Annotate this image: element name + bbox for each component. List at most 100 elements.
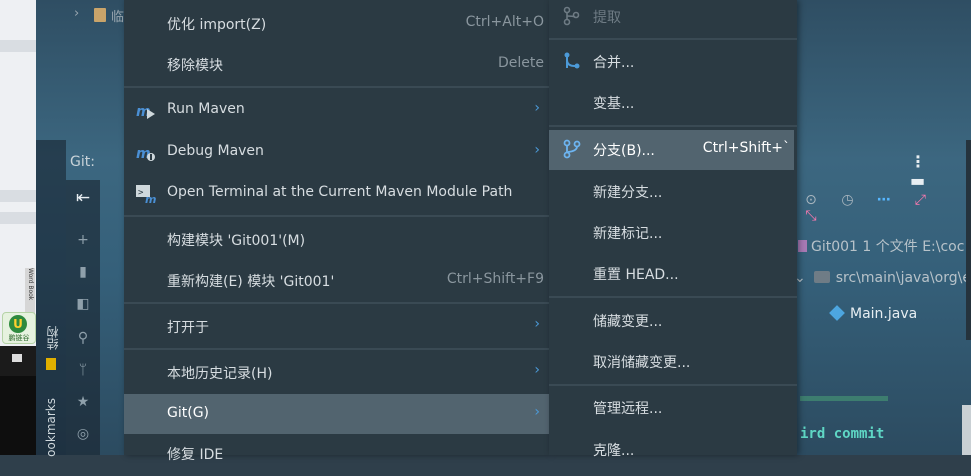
menu-item-label: 重新构建(E) 模块 'Git001': [167, 274, 335, 290]
submenu-item-label: 储藏变更...: [593, 314, 663, 330]
collapse-icon[interactable]: ⤡: [800, 208, 822, 224]
maven-debug-icon: m: [136, 143, 156, 163]
git-submenu: 提取 合并... 变基... 分支(B)... Ctrl+Shift+` 新建分…: [549, 0, 797, 459]
menu-item-debug-maven[interactable]: m Debug Maven ›: [124, 133, 549, 171]
submenu-item-label: 提取: [593, 10, 621, 26]
menu-item-open-terminal[interactable]: > m Open Terminal at the Current Maven Mo…: [124, 174, 549, 212]
star-icon[interactable]: ★: [75, 394, 91, 410]
submenu-item-manage-remotes[interactable]: 管理远程...: [549, 388, 797, 428]
menu-separator: [549, 384, 797, 386]
left-app-bottom: [0, 376, 36, 455]
menu-item-label: Debug Maven: [167, 143, 264, 159]
changed-file-row[interactable]: Main.java: [829, 305, 918, 322]
commit-details-row[interactable]: Git001 1 个文件 E:\coc: [798, 236, 964, 256]
submenu-arrow-icon: ›: [534, 362, 540, 378]
project-tree-label: 临: [111, 10, 125, 25]
target-icon[interactable]: ◎: [75, 426, 91, 442]
submenu-item-rebase[interactable]: 变基...: [549, 83, 797, 123]
menu-item-git[interactable]: Git(G) ›: [124, 394, 549, 434]
submenu-item-label: 克隆...: [593, 443, 635, 459]
menu-item-label: 移除模块: [167, 58, 223, 74]
submenu-item-label: 新建标记...: [593, 226, 663, 242]
commit-details-text: Git001 1 个文件 E:\coc: [811, 239, 965, 255]
changed-file-name: Main.java: [850, 306, 918, 322]
more-horizontal-icon[interactable]: ⋯: [873, 192, 895, 208]
menu-separator: [549, 296, 797, 298]
submenu-arrow-icon: ›: [534, 142, 540, 158]
menu-separator: [124, 348, 549, 350]
submenu-item-label: 重置 HEAD...: [593, 267, 679, 283]
menu-item-remove-module[interactable]: 移除模块 Delete: [124, 45, 549, 83]
menu-separator: [124, 302, 549, 304]
menu-item-run-maven[interactable]: m Run Maven ›: [124, 91, 549, 129]
menu-item-label: Open Terminal at the Current Maven Modul…: [167, 184, 513, 200]
more-vertical-icon[interactable]: ⋮: [910, 152, 926, 171]
logo-mark-icon: U: [9, 315, 27, 333]
submenu-item-new-branch[interactable]: 新建分支...: [549, 172, 797, 212]
menu-item-label: 打开于: [167, 320, 209, 336]
submenu-item-branches[interactable]: 分支(B)... Ctrl+Shift+`: [549, 130, 794, 170]
add-icon[interactable]: +: [75, 232, 91, 248]
menu-item-label: Git(G): [167, 405, 209, 421]
context-menu: 优化 import(Z) Ctrl+Alt+O 移除模块 Delete m Ru…: [124, 0, 549, 463]
progress-line: [800, 396, 888, 401]
file-icon: [94, 8, 106, 22]
git-toolbar: ⇤ + ▮ ◧ ⚲ ᛘ ★ ◎: [66, 180, 100, 455]
compare-icon[interactable]: ◧: [75, 296, 91, 312]
menu-item-repair-ide[interactable]: 修复 IDE: [124, 438, 549, 476]
cherry-pick-icon[interactable]: ⊙: [800, 192, 822, 208]
svg-text:>: >: [138, 188, 144, 198]
scrollbar-thumb[interactable]: [962, 405, 971, 455]
log-toolbar: ⊙ ◷ ⋯ ⤢ ⤡: [800, 192, 971, 224]
submenu-item-label: 取消储藏变更...: [593, 355, 691, 371]
structure-tab[interactable]: 结构: [44, 326, 61, 350]
submenu-item-merge[interactable]: 合并...: [549, 42, 797, 82]
collapse-left-icon[interactable]: ⇤: [75, 190, 91, 207]
submenu-item-label: 管理远程...: [593, 401, 663, 417]
app-logo: U 鹏链谷: [2, 312, 36, 344]
menu-item-label: Run Maven: [167, 101, 245, 117]
expand-icon[interactable]: ⤢: [909, 192, 931, 208]
submenu-item-new-tag[interactable]: 新建标记...: [549, 213, 797, 253]
module-icon: [798, 240, 807, 252]
project-tree-row[interactable]: › 临: [66, 0, 124, 32]
left-application-window: Word Book U 鹏链谷: [0, 0, 36, 455]
branch-icon[interactable]: ᛘ: [75, 362, 91, 378]
git-panel-title: Git:: [70, 154, 95, 170]
submenu-item-unstash[interactable]: 取消储藏变更...: [549, 342, 797, 382]
submenu-arrow-icon: ›: [534, 404, 540, 420]
submenu-item-stash[interactable]: 储藏变更...: [549, 301, 797, 341]
menu-item-local-history[interactable]: 本地历史记录(H) ›: [124, 353, 549, 391]
java-class-icon: [829, 305, 845, 321]
bookmarks-tab[interactable]: ookmarks: [44, 398, 58, 457]
submenu-item-fetch[interactable]: 提取: [549, 0, 797, 37]
submenu-item-reset-head[interactable]: 重置 HEAD...: [549, 254, 797, 294]
maven-run-icon: m: [136, 101, 156, 121]
delete-icon[interactable]: ▮: [75, 264, 91, 280]
git-fetch-icon: [563, 6, 581, 26]
menu-item-shortcut: Ctrl+Shift+F9: [446, 271, 544, 287]
minimize-icon[interactable]: ▬: [910, 171, 925, 190]
left-app-strip: [0, 212, 36, 224]
menu-item-open-in[interactable]: 打开于 ›: [124, 307, 549, 345]
folder-icon: [813, 271, 830, 283]
menu-item-optimize-imports[interactable]: 优化 import(Z) Ctrl+Alt+O: [124, 4, 549, 42]
submenu-item-clone[interactable]: 克隆...: [549, 430, 797, 470]
git-merge-icon: [563, 51, 581, 71]
left-app-strip: [0, 40, 36, 52]
changed-tree-folder[interactable]: ⌄ src\main\java\org\e: [794, 270, 971, 286]
submenu-item-label: 新建分支...: [593, 185, 663, 201]
menu-item-rebuild-module[interactable]: 重新构建(E) 模块 'Git001' Ctrl+Shift+F9: [124, 261, 549, 299]
menu-item-build-module[interactable]: 构建模块 'Git001'(M): [124, 220, 549, 258]
menu-item-shortcut: Ctrl+Alt+O: [465, 14, 544, 30]
window-icon[interactable]: [12, 354, 22, 362]
left-app-strip: [0, 190, 36, 202]
search-icon[interactable]: ⚲: [75, 330, 91, 346]
menu-separator: [124, 86, 549, 88]
git-panel-actions: ⋮ ▬: [910, 152, 971, 190]
submenu-arrow-icon: ›: [534, 100, 540, 116]
history-icon[interactable]: ◷: [836, 192, 858, 208]
menu-separator: [124, 215, 549, 217]
menu-item-label: 优化 import(Z): [167, 17, 267, 33]
menu-item-label: 本地历史记录(H): [167, 366, 273, 382]
